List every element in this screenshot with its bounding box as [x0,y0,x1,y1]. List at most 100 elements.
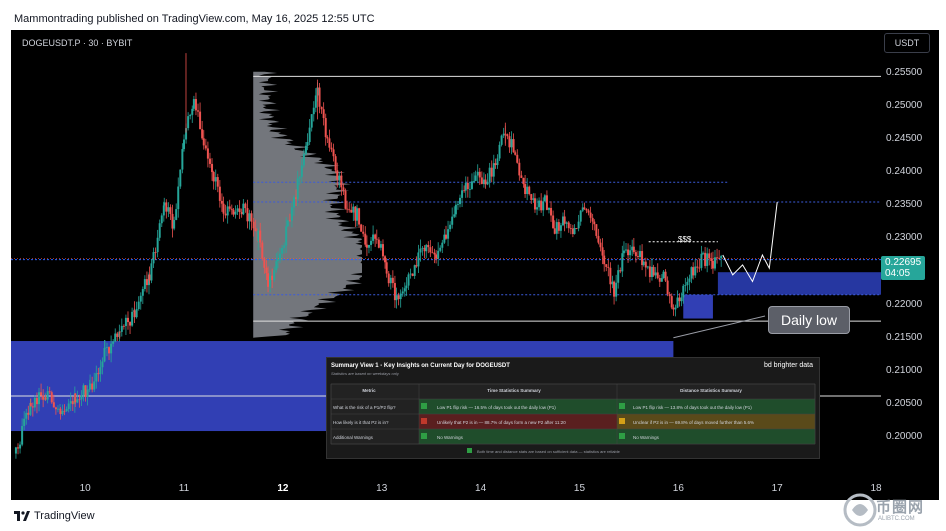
candle-body [33,397,36,408]
candle-body [322,109,325,119]
candle-body [192,99,195,109]
candle-body [370,240,373,245]
tradingview-logo-icon [14,511,30,521]
candle-body [579,210,582,222]
candle-body [89,383,92,390]
candle-body [441,242,444,248]
candle-body [543,195,546,202]
table-header-distance: Distance Statistics Summary [680,388,742,393]
price-tick: 0.25500 [886,67,923,78]
candle-body [464,182,467,191]
current-price-value: 0.22695 [885,257,922,268]
candle-body [498,144,501,159]
candle-body [326,137,329,139]
candle-body [573,228,576,235]
candle-body [459,197,462,205]
daily-low-pointer [673,315,766,339]
candle-body [131,311,134,326]
candle-body [405,285,408,289]
candle-body [338,175,341,180]
candle-body [314,95,317,108]
candle-body [306,142,309,146]
candle-body [593,221,596,225]
candle-body [478,171,481,178]
symbol-label: DOGEUSDT.P · 30 · BYBIT [22,38,133,48]
candle-body [199,111,202,130]
candle-body [666,280,669,295]
candle-body [547,207,550,210]
candle-body [212,172,215,182]
candle-body [557,222,560,231]
candle-body [35,397,38,405]
candle-body [652,266,655,276]
candle-body [108,347,111,354]
candle-body [636,256,639,258]
status-icon [421,403,427,409]
candle-body [577,221,580,229]
candle-body [139,295,142,302]
candle-body [334,156,337,171]
candle-body [232,209,235,215]
candle-body [308,127,311,143]
candle-body [44,397,47,400]
candle-body [419,248,422,253]
candle-body [46,391,49,400]
candle-body [451,216,454,225]
tradingview-brand[interactable]: TradingView [34,510,95,522]
candle-body [644,261,647,268]
candle-body [211,163,214,173]
candle-body [563,216,566,224]
candle-body [304,145,307,154]
candle-body [680,297,683,302]
candle-body [702,252,705,254]
candle-body [621,253,624,272]
candle-body [298,176,301,179]
price-tick: 0.23500 [886,199,923,211]
candle-body [510,139,513,148]
candle-body [300,165,303,177]
candle-body [708,253,711,259]
candle-body [63,410,66,412]
zone-box-1 [683,294,713,319]
candle-body [71,401,74,405]
candle-body [187,116,190,129]
current-price-badge: 0.22695 04:05 [881,256,925,280]
candle-body [216,177,219,187]
publisher-line: Mammontrading published on TradingView.c… [14,13,375,25]
candle-body [78,399,81,401]
candle-body [148,274,151,281]
candle-body [662,271,665,279]
candle-body [454,204,457,215]
summary-table: Summary View 1 - Key Insights on Current… [326,357,820,459]
candle-body [364,233,367,245]
price-tick: 0.24000 [886,166,923,178]
candle-body [587,210,590,213]
row-2-time: Unlikely that P2 is in — 88.7% of days f… [437,420,566,425]
candle-body [607,266,610,268]
candle-body [179,169,182,187]
candle-body [524,184,527,195]
currency-button[interactable]: USDT [884,33,930,53]
candle-body [95,373,98,382]
candle-body [601,247,604,256]
candle-body [226,206,229,216]
candle-body [218,186,221,201]
candle-body [706,253,709,266]
candle-body [141,288,144,296]
time-tick: 11 [178,483,190,494]
candle-body [615,282,618,297]
candle-body [387,273,390,284]
candle-body [224,213,227,216]
candle-body [261,242,264,259]
candle-body [273,270,276,281]
candle-body [318,87,321,107]
candle-body [720,256,723,259]
candle-body [360,224,363,232]
bottom-bar: TradingView [0,503,946,531]
candle-body [516,154,519,163]
candle-body [634,252,637,257]
candle-body [296,178,299,199]
candle-body [518,162,521,176]
row-2-metric: How likely is it that P2 is in? [333,420,389,425]
candle-body [91,383,94,390]
